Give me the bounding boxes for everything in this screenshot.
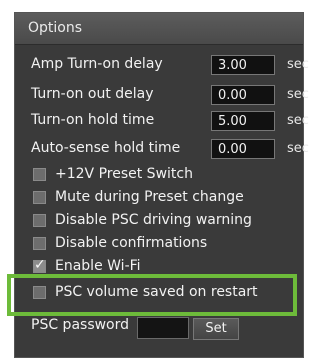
field-unit: sec bbox=[287, 57, 309, 72]
checkbox-label: Disable PSC driving warning bbox=[55, 212, 252, 228]
checkbox[interactable] bbox=[33, 214, 46, 227]
field-unit: sec bbox=[287, 87, 309, 102]
amp-turn-on-delay-input[interactable]: 3.00 bbox=[211, 55, 275, 75]
checkbox-label: Mute during Preset change bbox=[55, 189, 244, 205]
panel-header: Options bbox=[15, 13, 303, 45]
checkbox-label: Enable Wi-Fi bbox=[55, 258, 141, 274]
checkbox-label: Disable confirmations bbox=[55, 235, 208, 251]
field-label: Auto-sense hold time bbox=[31, 140, 181, 156]
checkbox-label: PSC volume saved on restart bbox=[55, 284, 258, 300]
auto-sense-hold-time-input[interactable]: 0.00 bbox=[211, 139, 275, 159]
psc-password-row: PSC password Set bbox=[31, 317, 301, 343]
checkbox[interactable] bbox=[33, 257, 46, 273]
field-label: Amp Turn-on delay bbox=[31, 56, 163, 72]
field-label: Turn-on hold time bbox=[31, 112, 155, 128]
checkbox-label: +12V Preset Switch bbox=[55, 166, 193, 182]
set-button[interactable]: Set bbox=[193, 318, 239, 340]
checkbox[interactable] bbox=[33, 191, 46, 204]
options-panel: Options Amp Turn-on delay 3.00 sec Turn-… bbox=[14, 12, 309, 358]
checkbox[interactable] bbox=[33, 237, 46, 250]
turn-on-out-delay-input[interactable]: 0.00 bbox=[211, 85, 275, 105]
psc-password-input[interactable] bbox=[137, 317, 189, 339]
checkbox[interactable] bbox=[33, 286, 46, 299]
field-unit: sec bbox=[287, 141, 309, 156]
turn-on-hold-time-input[interactable]: 5.00 bbox=[211, 111, 275, 131]
checkbox[interactable] bbox=[33, 168, 46, 181]
field-label: Turn-on out delay bbox=[31, 86, 154, 102]
field-unit: sec bbox=[287, 113, 309, 128]
panel-title: Options bbox=[28, 20, 83, 36]
password-label: PSC password bbox=[31, 317, 130, 333]
